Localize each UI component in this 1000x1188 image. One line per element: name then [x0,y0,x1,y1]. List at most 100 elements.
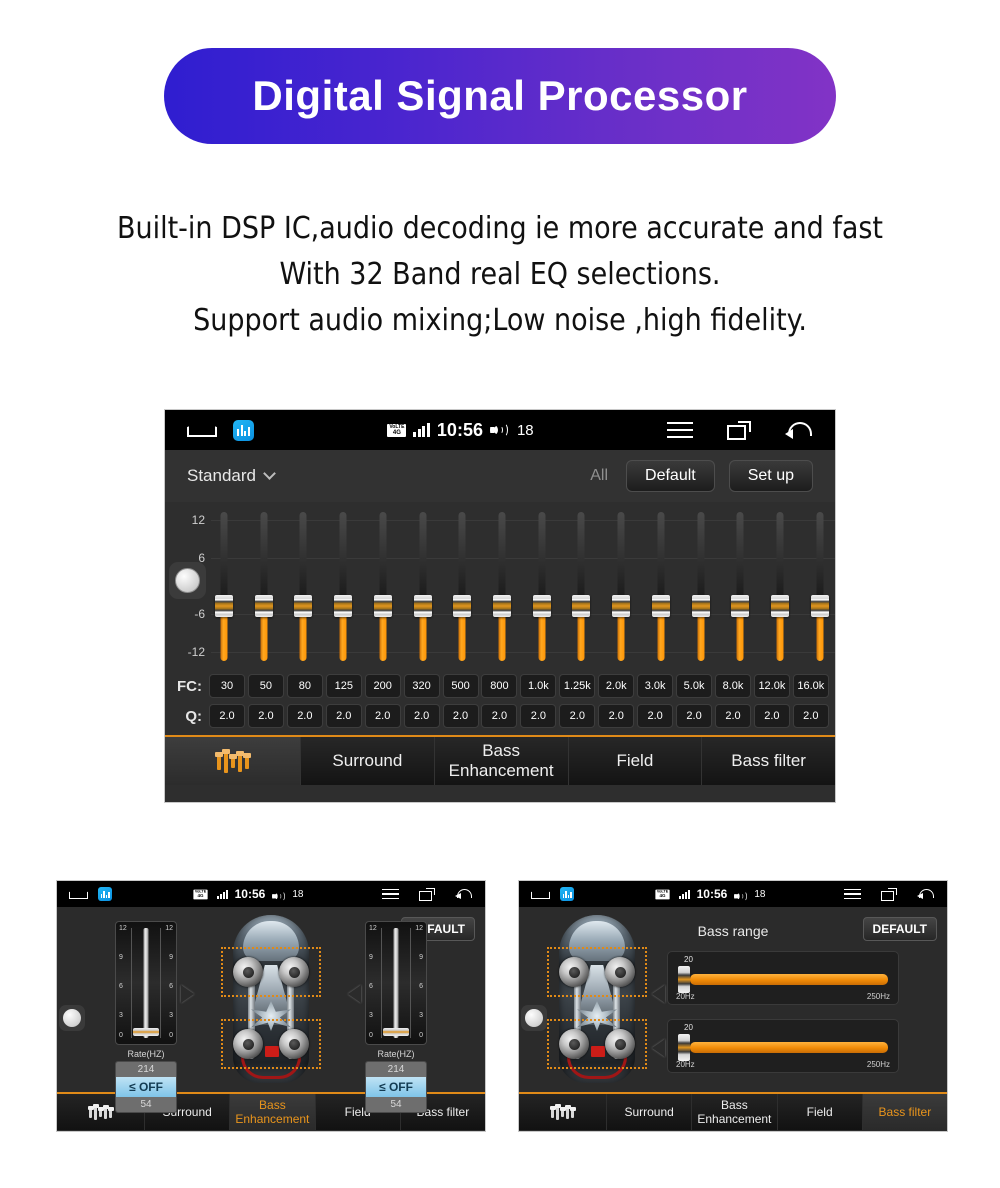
value-below[interactable]: 54 [366,1097,426,1112]
eq-slider-5.0k[interactable] [691,512,710,661]
menu-icon[interactable] [667,417,693,443]
fc-cell-11[interactable]: 3.0k [637,674,674,698]
tab-bass-enhancement[interactable]: Bass Enhancement [434,737,569,785]
menu-icon[interactable] [382,886,399,903]
slider-thumb[interactable] [254,594,273,617]
value-above[interactable]: 214 [116,1062,176,1077]
q-cell-0[interactable]: 2.0 [209,704,245,728]
slider-thumb[interactable] [678,966,690,993]
eq-knob-button[interactable] [169,562,206,599]
fc-cell-4[interactable]: 200 [364,674,401,698]
fc-cell-5[interactable]: 320 [403,674,440,698]
slider-thumb[interactable] [383,1028,409,1036]
q-cell-15[interactable]: 2.0 [792,704,829,728]
dsp-app-icon[interactable] [233,419,254,441]
eq-slider-200[interactable] [373,512,392,661]
slider-thumb[interactable] [453,594,472,617]
back-icon[interactable] [917,888,935,901]
setup-button[interactable]: Set up [728,460,813,492]
value-selected[interactable]: ≤ OFF [116,1077,176,1097]
q-cell-2[interactable]: 2.0 [286,704,323,728]
tab-bass-enhancement[interactable]: Bass Enhancement [230,1094,316,1130]
fc-cell-9[interactable]: 1.25k [559,674,596,698]
eq-slider-16.0k[interactable] [810,512,829,661]
slider-thumb[interactable] [215,594,233,617]
value-above[interactable]: 214 [366,1062,426,1077]
default-button[interactable]: Default [626,460,715,492]
fc-cell-13[interactable]: 8.0k [714,674,751,698]
rear-value-picker[interactable]: 214 ≤ OFF 54 [365,1061,427,1113]
back-icon[interactable] [785,420,813,440]
slider-thumb[interactable] [771,594,790,617]
fc-cell-6[interactable]: 500 [442,674,479,698]
tab-surround[interactable]: Surround [301,737,435,785]
slider-thumb[interactable] [691,594,710,617]
front-selection-box[interactable] [547,947,647,997]
q-cell-4[interactable]: 2.0 [364,704,401,728]
q-cell-6[interactable]: 2.0 [442,704,479,728]
back-icon[interactable] [455,888,473,901]
slider-thumb[interactable] [532,594,551,617]
slider-thumb[interactable] [731,594,750,617]
bass-range-slider-front[interactable]: 20 20Hz 250Hz [667,951,899,1005]
home-icon[interactable] [531,889,548,899]
fc-cell-7[interactable]: 800 [481,674,518,698]
eq-slider-50[interactable] [254,512,273,661]
slider-thumb[interactable] [493,594,512,617]
tab-bass-filter[interactable]: Bass filter [702,737,835,785]
fc-cell-8[interactable]: 1.0k [520,674,557,698]
eq-slider-1.0k[interactable] [532,512,551,661]
recents-icon[interactable] [419,887,435,901]
eq-slider-12.0k[interactable] [771,512,790,661]
volume-icon[interactable] [489,422,510,438]
home-icon[interactable] [69,889,86,899]
fc-cell-1[interactable]: 50 [247,674,284,698]
tab-bass-filter[interactable]: Bass filter [862,1094,947,1130]
eq-slider-30[interactable] [215,512,233,661]
q-cell-9[interactable]: 2.0 [559,704,596,728]
eq-slider-320[interactable] [413,512,432,661]
value-selected[interactable]: ≤ OFF [366,1077,426,1097]
eq-slider-800[interactable] [493,512,512,661]
tab-field[interactable]: Field [568,737,703,785]
slider-thumb[interactable] [678,1034,690,1061]
fc-cell-15[interactable]: 16.0k [792,674,829,698]
q-cell-13[interactable]: 2.0 [714,704,751,728]
bass-range-slider-rear[interactable]: 20 20Hz 250Hz [667,1019,899,1073]
tab-equalizer[interactable] [165,737,301,785]
slider-thumb[interactable] [133,1028,159,1036]
eq-slider-8.0k[interactable] [731,512,750,661]
side-knob-button[interactable] [59,1005,85,1031]
front-rate-slider[interactable]: 12 12 99 66 33 00 [115,921,177,1045]
menu-icon[interactable] [844,886,861,903]
value-below[interactable]: 54 [116,1097,176,1112]
slider-thumb[interactable] [294,594,313,617]
slider-thumb[interactable] [334,594,353,617]
fc-cell-10[interactable]: 2.0k [598,674,635,698]
tab-field[interactable]: Field [777,1094,863,1130]
slider-thumb[interactable] [572,594,591,617]
preset-dropdown[interactable]: Standard [187,466,276,486]
eq-slider-2.0k[interactable] [612,512,631,661]
fc-cell-14[interactable]: 12.0k [753,674,790,698]
fc-cell-0[interactable]: 30 [209,674,245,698]
fc-cell-3[interactable]: 125 [325,674,362,698]
eq-slider-3.0k[interactable] [651,512,670,661]
q-cell-5[interactable]: 2.0 [403,704,440,728]
q-cell-11[interactable]: 2.0 [637,704,674,728]
slider-thumb[interactable] [612,594,631,617]
fc-cell-12[interactable]: 5.0k [676,674,713,698]
front-value-picker[interactable]: 214 ≤ OFF 54 [115,1061,177,1113]
rear-selection-box[interactable] [221,1019,321,1069]
fc-cell-2[interactable]: 80 [286,674,323,698]
q-cell-1[interactable]: 2.0 [247,704,284,728]
dsp-app-icon[interactable] [560,887,574,901]
rear-rate-slider[interactable]: 12 12 99 66 33 00 [365,921,427,1045]
home-icon[interactable] [187,423,213,437]
slider-thumb[interactable] [810,594,829,617]
tab-equalizer[interactable] [519,1094,607,1130]
slider-thumb[interactable] [373,594,392,617]
tab-bass-enhancement[interactable]: Bass Enhancement [692,1094,778,1130]
eq-slider-125[interactable] [334,512,353,661]
q-cell-14[interactable]: 2.0 [753,704,790,728]
